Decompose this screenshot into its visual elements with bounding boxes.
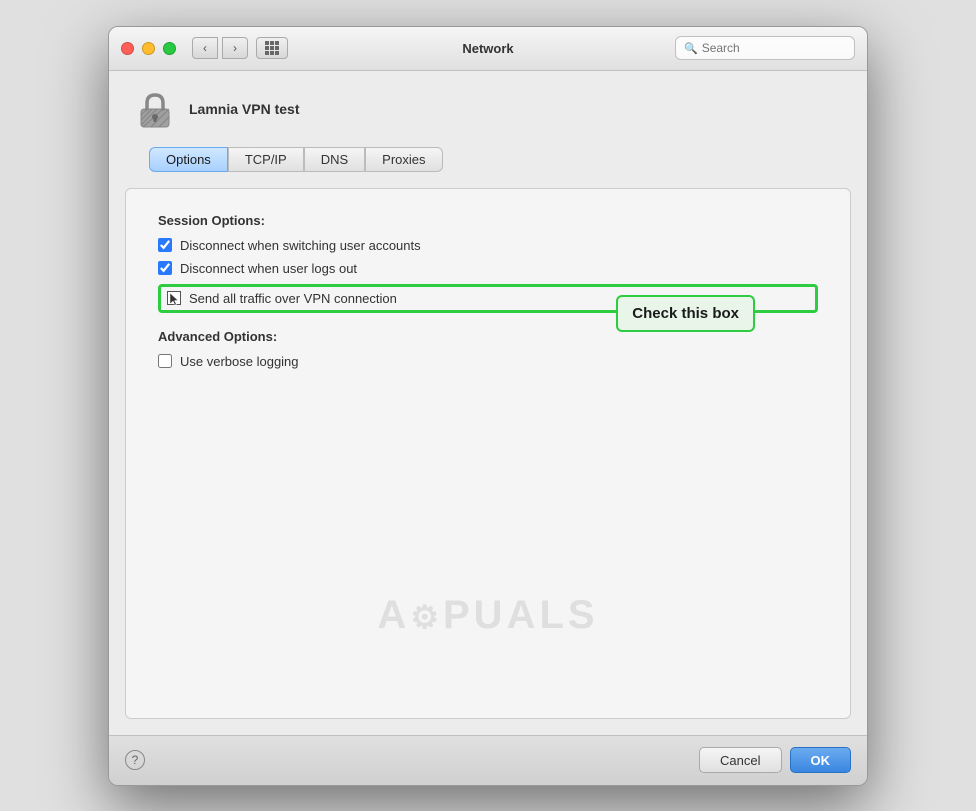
tab-options[interactable]: Options — [149, 147, 228, 172]
minimize-button[interactable] — [142, 42, 155, 55]
traffic-lights — [121, 42, 176, 55]
watermark: A⚙PUALS — [377, 593, 598, 638]
tab-dns[interactable]: DNS — [304, 147, 365, 172]
window-title: Network — [462, 41, 513, 56]
disconnect-logout-label: Disconnect when user logs out — [180, 261, 357, 276]
ok-button[interactable]: OK — [790, 747, 852, 773]
disconnect-switch-checkbox[interactable] — [158, 238, 172, 252]
vpn-icon — [133, 87, 177, 131]
help-button[interactable]: ? — [125, 750, 145, 770]
verbose-logging-checkbox[interactable] — [158, 354, 172, 368]
tabs-bar: Options TCP/IP DNS Proxies — [125, 147, 851, 172]
checkbox-row-disconnect-logout: Disconnect when user logs out — [158, 261, 818, 276]
close-button[interactable] — [121, 42, 134, 55]
maximize-button[interactable] — [163, 42, 176, 55]
session-options-title: Session Options: — [158, 213, 818, 228]
send-all-traffic-label: Send all traffic over VPN connection — [189, 291, 397, 306]
cursor-icon — [168, 292, 182, 306]
bottom-bar: ? Cancel OK — [109, 735, 867, 785]
grid-button[interactable] — [256, 37, 288, 59]
forward-icon: › — [233, 41, 237, 55]
tab-proxies[interactable]: Proxies — [365, 147, 442, 172]
help-icon: ? — [132, 753, 139, 767]
search-icon: 🔍 — [684, 42, 698, 55]
checkbox-row-verbose-logging: Use verbose logging — [158, 354, 818, 369]
send-all-traffic-row: Send all traffic over VPN connection Che… — [158, 284, 818, 313]
tooltip: Check this box — [616, 295, 755, 332]
nav-buttons: ‹ › — [192, 37, 248, 59]
tab-tcpip[interactable]: TCP/IP — [228, 147, 304, 172]
disconnect-logout-checkbox[interactable] — [158, 261, 172, 275]
verbose-logging-label: Use verbose logging — [180, 354, 299, 369]
titlebar: ‹ › Network 🔍 — [109, 27, 867, 71]
search-input[interactable] — [702, 41, 846, 55]
vpn-header: Lamnia VPN test — [125, 87, 851, 131]
network-window: ‹ › Network 🔍 — [108, 26, 868, 786]
content-area: Lamnia VPN test Options TCP/IP DNS Proxi… — [109, 71, 867, 735]
cancel-button[interactable]: Cancel — [699, 747, 781, 773]
checkbox-row-disconnect-switch: Disconnect when switching user accounts — [158, 238, 818, 253]
tooltip-text: Check this box — [632, 305, 739, 322]
vpn-name: Lamnia VPN test — [189, 101, 299, 117]
back-icon: ‹ — [203, 41, 207, 55]
grid-icon — [265, 41, 279, 55]
options-panel: Session Options: Disconnect when switchi… — [125, 188, 851, 719]
disconnect-switch-label: Disconnect when switching user accounts — [180, 238, 421, 253]
forward-button[interactable]: › — [222, 37, 248, 59]
search-box[interactable]: 🔍 — [675, 36, 855, 60]
cursor-checkbox[interactable] — [167, 291, 181, 305]
back-button[interactable]: ‹ — [192, 37, 218, 59]
